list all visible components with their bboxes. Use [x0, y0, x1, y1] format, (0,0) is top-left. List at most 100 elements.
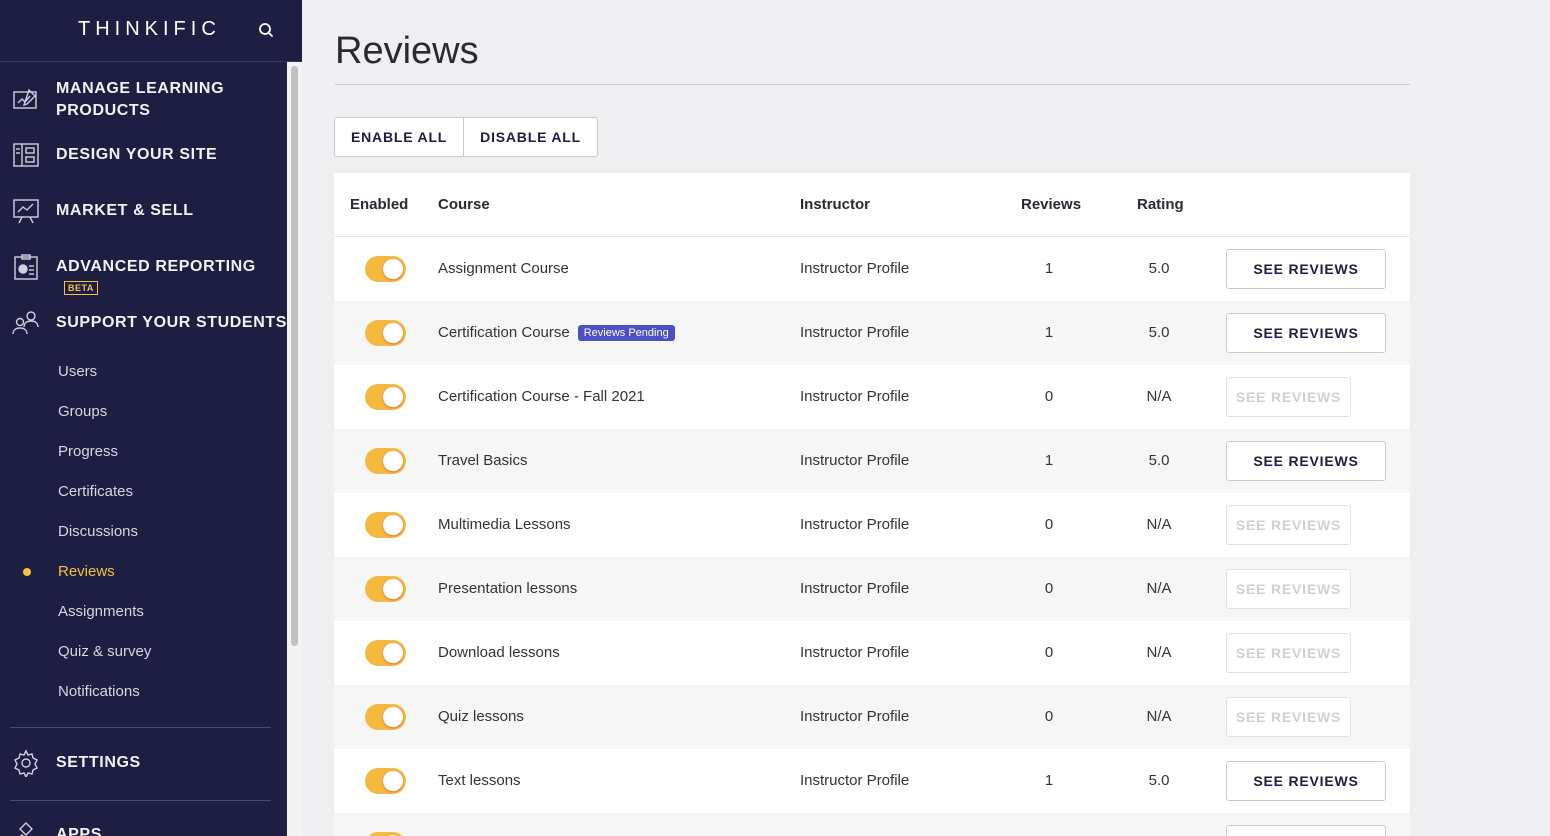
disable-all-button[interactable]: DISABLE ALL: [464, 117, 598, 157]
table-header: Enabled Course Instructor Reviews Rating: [334, 173, 1410, 237]
course-title: Text lessons: [438, 772, 521, 789]
header-reviews: Reviews: [1021, 196, 1082, 213]
table-row: Certification Course Reviews Pending Instr…: [334, 301, 1410, 365]
sidebar: THINKIFIC MANAGE LEARNING PRODUCTS DESIGN…: [0, 0, 302, 836]
review-count: 1: [1044, 772, 1054, 789]
course-title: Presentation lessons: [438, 580, 578, 597]
enabled-toggle[interactable]: [365, 384, 406, 410]
edit-board-icon: [12, 86, 40, 114]
see-reviews-button[interactable]: SEE REVIEWS: [1226, 313, 1386, 353]
course-name: Download lessons: [438, 644, 560, 661]
see-reviews-button[interactable]: SEE REVIEWS: [1226, 761, 1386, 801]
instructor-link[interactable]: Instructor Profile: [800, 260, 909, 277]
review-count: 0: [1044, 388, 1054, 405]
search-icon[interactable]: [256, 20, 276, 40]
report-clipboard-icon: [12, 253, 40, 281]
sidebar-subitem-users[interactable]: Users: [58, 363, 97, 380]
sidebar-item-label: SETTINGS: [56, 754, 141, 771]
instructor-link[interactable]: Instructor Profile: [800, 324, 909, 341]
chart-presentation-icon: [12, 197, 40, 225]
toggle-knob: [383, 323, 403, 343]
enabled-toggle[interactable]: [365, 320, 406, 346]
layout-icon: [12, 141, 40, 169]
toggle-knob: [383, 707, 403, 727]
course-name: Quiz lessons: [438, 708, 524, 725]
instructor-link[interactable]: Instructor Profile: [800, 388, 909, 405]
sidebar-subitem-groups[interactable]: Groups: [58, 403, 107, 420]
instructor-link[interactable]: Instructor Profile: [800, 772, 909, 789]
enabled-toggle[interactable]: [365, 448, 406, 474]
instructor-link[interactable]: Instructor Profile: [800, 708, 909, 725]
enable-all-button[interactable]: ENABLE ALL: [334, 117, 465, 157]
enabled-toggle[interactable]: [365, 512, 406, 538]
brand-logo[interactable]: THINKIFIC: [78, 18, 221, 41]
review-count: 0: [1044, 516, 1054, 533]
sidebar-item-support-your-students[interactable]: SUPPORT YOUR STUDENTS: [0, 308, 287, 338]
sidebar-subitem-progress[interactable]: Progress: [58, 443, 118, 460]
enabled-toggle[interactable]: [365, 256, 406, 282]
table-row: Quiz lessons Instructor Profile 0 N/A SEE RE…: [334, 685, 1410, 749]
course-name: Assignment Course: [438, 260, 569, 277]
see-reviews-button[interactable]: SEE REVIEWS: [1226, 249, 1386, 289]
review-count: 0: [1044, 644, 1054, 661]
users-group-icon: [12, 309, 40, 337]
toggle-knob: [383, 259, 403, 279]
rating-value: N/A: [1146, 708, 1172, 725]
sidebar-subitem-quiz-survey[interactable]: Quiz & survey: [58, 643, 151, 660]
enabled-toggle[interactable]: [365, 576, 406, 602]
instructor-link[interactable]: Instructor Profile: [800, 516, 909, 533]
review-count: 1: [1044, 324, 1054, 341]
see-reviews-button: SEE REVIEWS: [1226, 633, 1351, 673]
beta-badge: BETA: [64, 281, 98, 295]
review-count: 1: [1044, 452, 1054, 469]
enabled-toggle[interactable]: [365, 704, 406, 730]
course-title: Download lessons: [438, 644, 560, 661]
course-name: Certification Course Reviews Pending: [438, 324, 675, 341]
course-title: Travel Basics: [438, 452, 528, 469]
sidebar-item-design-your-site[interactable]: DESIGN YOUR SITE: [0, 140, 287, 170]
table-row: Presentation lessons Instructor Profile 0 N…: [334, 557, 1410, 621]
table-row: Assignment Course Instructor Profile 1 5.0 S…: [334, 237, 1410, 301]
sidebar-scroll-thumb[interactable]: [291, 66, 298, 646]
instructor-link[interactable]: Instructor Profile: [800, 644, 909, 661]
sidebar-item-label: DESIGN YOUR SITE: [56, 146, 218, 163]
sidebar-item-market-sell[interactable]: MARKET & SELL: [0, 196, 287, 226]
rating-value: 5.0: [1148, 452, 1170, 469]
sidebar-item-settings[interactable]: SETTINGS: [0, 748, 287, 779]
course-title: Multimedia Lessons: [438, 516, 571, 533]
rating-value: 5.0: [1148, 324, 1170, 341]
sidebar-subitem-reviews[interactable]: Reviews: [58, 563, 115, 580]
enabled-toggle[interactable]: [365, 832, 406, 836]
sidebar-item-apps[interactable]: APPS: [0, 820, 287, 836]
review-count: 0: [1044, 708, 1054, 725]
instructor-link[interactable]: Instructor Profile: [800, 580, 909, 597]
instructor-link[interactable]: Instructor Profile: [800, 452, 909, 469]
sidebar-divider: [10, 727, 271, 728]
course-name: Travel Basics: [438, 452, 527, 469]
course-title: Certification Course - Fall 2021: [438, 388, 645, 405]
gear-icon: [12, 749, 40, 779]
table-row: Text lessons Instructor Profile 1 5.0 SEE RE…: [334, 749, 1410, 813]
enabled-toggle[interactable]: [365, 768, 406, 794]
sidebar-subitem-assignments[interactable]: Assignments: [58, 603, 144, 620]
see-reviews-button[interactable]: SEE REVIEWS: [1226, 441, 1386, 481]
sidebar-subitem-discussions[interactable]: Discussions: [58, 523, 138, 540]
review-count: 1: [1044, 260, 1054, 277]
sidebar-subitem-certificates[interactable]: Certificates: [58, 483, 133, 500]
active-indicator-dot: [23, 568, 31, 576]
sidebar-subitem-notifications[interactable]: Notifications: [58, 683, 140, 700]
table-row: Certification Course - Fall 2021 Instruct…: [334, 365, 1410, 429]
sidebar-item-label: APPS: [56, 826, 102, 836]
course-name: Multimedia Lessons: [438, 516, 571, 533]
toggle-knob: [383, 387, 403, 407]
header-rating: Rating: [1137, 196, 1184, 213]
sidebar-divider: [10, 800, 271, 801]
sidebar-item-advanced-reporting[interactable]: ADVANCED REPORTINGBETA: [0, 252, 287, 295]
enabled-toggle[interactable]: [365, 640, 406, 666]
rating-value: N/A: [1146, 644, 1172, 661]
see-reviews-button: SEE REVIEWS: [1226, 377, 1351, 417]
rating-value: 5.0: [1148, 772, 1170, 789]
review-count: 0: [1044, 580, 1054, 597]
see-reviews-button[interactable]: [1226, 825, 1386, 836]
sidebar-item-manage-learning-products[interactable]: MANAGE LEARNING PRODUCTS: [0, 76, 287, 124]
